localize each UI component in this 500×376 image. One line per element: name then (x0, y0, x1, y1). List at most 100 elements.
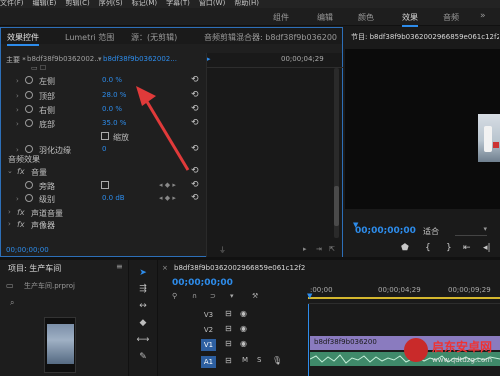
reset-icon[interactable]: ⟲ (191, 193, 199, 203)
razor-tool-icon[interactable]: ◆ (136, 316, 150, 330)
chevron-down-icon[interactable]: ▾ (98, 55, 102, 63)
workspace-editing[interactable]: 编辑 (317, 12, 333, 23)
settings-icon[interactable]: ⚒ (252, 292, 258, 300)
marker-icon[interactable]: ⬟ (401, 243, 409, 253)
search-icon[interactable]: ⌕ (10, 298, 14, 308)
expand-icon[interactable]: › (16, 120, 19, 128)
linked-selection-icon[interactable]: ⊃ (210, 292, 216, 300)
filter-icon[interactable]: ⏚ (219, 245, 226, 255)
param-value[interactable]: 35.0 % (102, 119, 126, 127)
eye-icon[interactable]: ◉ (240, 339, 247, 348)
reset-icon[interactable]: ⟲ (191, 180, 199, 190)
tab-source[interactable]: 源：(无剪辑) (131, 32, 177, 43)
track-name[interactable]: V1 (201, 339, 216, 351)
fit-select[interactable]: 适合 (423, 226, 439, 237)
feather-value[interactable]: 0 (102, 145, 106, 153)
tab-lumetri-scopes[interactable]: Lumetri 范围 (65, 32, 114, 43)
close-icon[interactable]: × (162, 264, 168, 272)
video-preview[interactable] (345, 49, 500, 209)
stopwatch-icon[interactable] (25, 91, 33, 99)
work-area-bar[interactable] (308, 297, 500, 299)
stopwatch-icon[interactable] (25, 145, 33, 153)
expand-icon[interactable]: › (16, 195, 19, 203)
stopwatch-icon[interactable] (25, 119, 33, 127)
workspace-color[interactable]: 颜色 (358, 12, 374, 23)
ripple-edit-tool-icon[interactable]: ↔ (136, 299, 150, 313)
sequence-clip-name[interactable]: b8df38f9b0362002... (103, 55, 177, 63)
playhead-icon[interactable]: ▸ (207, 55, 211, 63)
menu-file[interactable]: 文件(F) (0, 0, 24, 7)
zoom-checkbox[interactable] (101, 132, 109, 140)
eye-icon[interactable]: ◉ (240, 309, 247, 318)
menu-help[interactable]: 帮助(H) (234, 0, 259, 7)
clip-thumbnail[interactable] (44, 317, 76, 373)
fx-icon[interactable]: fx (17, 167, 25, 176)
stopwatch-icon[interactable] (25, 194, 33, 202)
toggle-sync-lock-icon[interactable]: ⊟ (225, 309, 232, 318)
bypass-checkbox[interactable] (101, 181, 109, 189)
mute-icon[interactable]: M (242, 356, 248, 364)
collapse-icon[interactable]: ⌄ (7, 167, 13, 175)
step-back-icon[interactable]: ◂| (483, 243, 491, 253)
expand-icon[interactable]: › (16, 146, 19, 154)
snap-icon[interactable]: ∩ (192, 292, 197, 300)
slip-tool-icon[interactable]: ⟷ (136, 333, 150, 347)
menu-edit[interactable]: 编辑(E) (33, 0, 57, 7)
out-point-icon[interactable]: } (446, 243, 452, 253)
menu-title[interactable]: 字幕(T) (166, 0, 190, 7)
stopwatch-icon[interactable] (25, 181, 33, 189)
reset-icon[interactable]: ⟲ (191, 144, 199, 154)
expand-icon[interactable]: › (16, 92, 19, 100)
timeline-timecode[interactable]: 00;00;00;00 (172, 278, 233, 288)
scrollbar[interactable] (334, 68, 339, 238)
workspace-audio[interactable]: 音频 (443, 12, 459, 23)
play-only-audio-icon[interactable]: ▸ (303, 245, 307, 253)
export-icon[interactable]: ⇱ (329, 245, 335, 253)
keyframe-nav-icon[interactable]: ◂ ◆ ▸ (159, 194, 176, 202)
reset-icon[interactable]: ⟲ (191, 90, 199, 100)
microphone-icon[interactable]: 🎙 (272, 356, 282, 365)
scrollbar-thumb[interactable] (334, 186, 339, 226)
expand-icon[interactable]: › (16, 77, 19, 85)
mask-tools-icon[interactable]: ▭ ☐ (31, 64, 46, 72)
chevron-down-icon[interactable]: ▾ (455, 225, 487, 236)
fx-icon[interactable]: fx (17, 220, 25, 229)
master-clip-name[interactable]: b8df38f9b0362002... (27, 55, 101, 63)
eye-icon[interactable]: ◉ (240, 324, 247, 333)
nest-icon[interactable]: ⚲ (172, 292, 177, 300)
level-value[interactable]: 0.0 dB (102, 194, 125, 202)
toggle-sync-lock-icon[interactable]: ⊟ (225, 339, 232, 348)
expand-icon[interactable]: › (16, 106, 19, 114)
program-timecode[interactable]: 00;00;00;00 (355, 226, 416, 236)
stopwatch-icon[interactable] (25, 76, 33, 84)
param-value[interactable]: 28.0 % (102, 91, 126, 99)
workspace-assembly[interactable]: 组件 (273, 12, 289, 23)
menu-clip[interactable]: 剪辑(C) (65, 0, 89, 7)
expand-icon[interactable]: › (8, 208, 11, 216)
track-select-tool-icon[interactable]: ⇶ (136, 282, 150, 296)
param-value[interactable]: 0.0 % (102, 105, 122, 113)
pen-tool-icon[interactable]: ✎ (136, 350, 150, 364)
toggle-sync-lock-icon[interactable]: ⊟ (225, 356, 232, 365)
menu-window[interactable]: 窗口(W) (199, 0, 225, 7)
reset-icon[interactable]: ⟲ (191, 104, 199, 114)
sequence-tab[interactable]: b8df38f9b0362002966859e061c12f2 (174, 264, 305, 272)
tab-audio-clip-mixer[interactable]: 音频剪辑混合器: b8df38f9b036200 (204, 32, 337, 43)
effects-timecode[interactable]: 00;00;00;00 (6, 246, 49, 254)
param-value[interactable]: 0.0 % (102, 76, 122, 84)
playhead-icon[interactable]: ▼ (307, 292, 312, 300)
menu-marker[interactable]: 标记(M) (132, 0, 158, 7)
keyframe-area[interactable]: ▸ 00;00;04;29 (206, 53, 343, 258)
tab-effect-controls[interactable]: 效果控件 (7, 32, 39, 46)
go-to-in-icon[interactable]: ⇤ (463, 243, 471, 253)
keyframe-nav-icon[interactable]: ◂ ◆ ▸ (159, 181, 176, 189)
expand-icon[interactable]: › (8, 220, 11, 228)
folder-icon[interactable]: ▭ (6, 281, 14, 290)
fx-icon[interactable]: fx (17, 208, 25, 217)
solo-icon[interactable]: S (257, 356, 261, 364)
selection-tool-icon[interactable]: ➤ (136, 266, 150, 280)
workspace-effects[interactable]: 效果 (402, 12, 418, 27)
loop-icon[interactable]: ⇥ (316, 245, 322, 253)
panel-menu-icon[interactable]: ≡ (116, 262, 123, 271)
toggle-sync-lock-icon[interactable]: ⊟ (225, 324, 232, 333)
